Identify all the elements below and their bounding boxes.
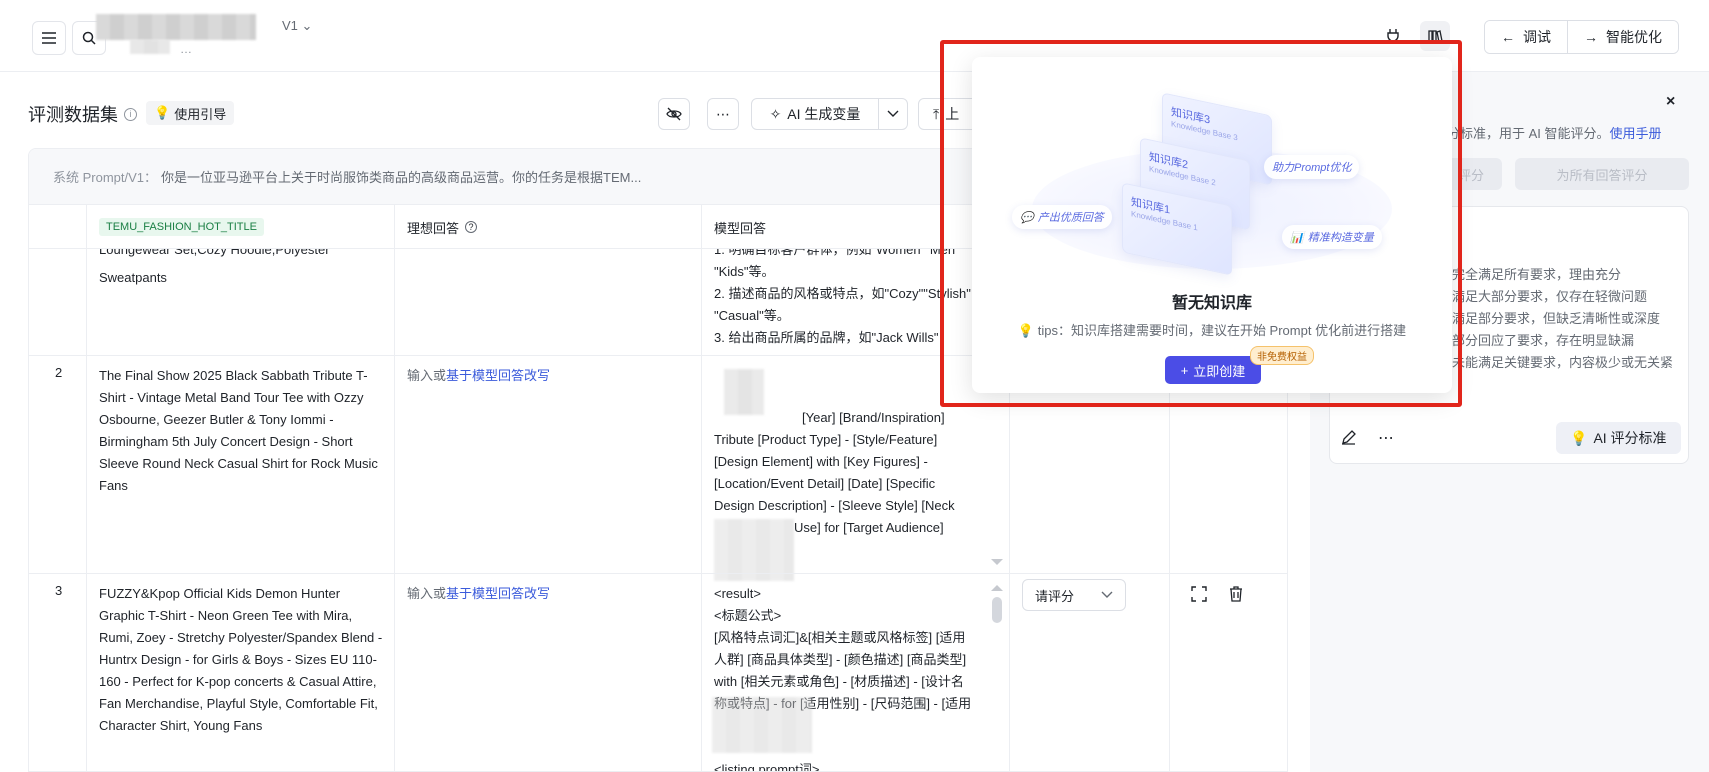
expand-icon <box>1191 586 1207 602</box>
col-divider <box>701 205 702 771</box>
close-panel-button[interactable]: × <box>1666 93 1675 111</box>
highlight-frame <box>940 40 1462 407</box>
menu-button[interactable] <box>32 21 66 55</box>
help-icon[interactable]: ? <box>465 221 478 233</box>
ai-generate-label: AI 生成变量 <box>787 106 861 122</box>
row-number: 3 <box>55 583 63 598</box>
hide-button[interactable] <box>658 98 690 130</box>
col-divider <box>394 205 395 771</box>
score-all-button[interactable]: 为所有回答评分 <box>1515 158 1689 190</box>
ai-standard-label: AI 评分标准 <box>1593 430 1667 446</box>
chevron-down-icon <box>1101 591 1113 598</box>
ideal-prefix: 输入或 <box>407 586 447 601</box>
row2-ideal-answer[interactable]: 输入或基于模型回答改写 <box>407 583 550 605</box>
criterion-5: 完全满足所有要求，理由充分 <box>1452 267 1622 282</box>
more-button[interactable]: ⋯ <box>707 98 739 130</box>
ai-generate-variable-button[interactable]: ✧ AI 生成变量 <box>751 98 879 130</box>
pencil-icon <box>1342 430 1356 445</box>
upload-icon: ⤒ <box>933 105 940 122</box>
answer-line: <result> <box>714 586 761 601</box>
criterion-2: 部分回应了要求，存在明显缺漏 <box>1452 333 1635 348</box>
page-subtitle: … <box>180 42 192 56</box>
answer-line: [Year] [Brand/Inspiration] <box>802 410 945 425</box>
more-icon: ⋯ <box>716 105 730 122</box>
search-icon <box>82 31 96 45</box>
header-variable: TEMU_FASHION_HOT_TITLE <box>99 205 264 249</box>
system-prompt-label: 系统 Prompt/V1： <box>53 170 158 185</box>
row0-title-2: Sweatpants <box>99 270 167 285</box>
header-ideal-answer: 理想回答 ? <box>407 205 478 249</box>
redacted-title <box>96 14 256 40</box>
delete-button[interactable] <box>1229 586 1243 605</box>
info-icon[interactable]: i <box>124 107 137 121</box>
bulb-outline-icon: 💡 <box>1570 429 1588 446</box>
debug-button[interactable]: ← 调试 <box>1485 21 1567 53</box>
edit-criteria-button[interactable] <box>1341 430 1356 448</box>
variable-tag: TEMU_FASHION_HOT_TITLE <box>99 218 264 236</box>
version-select[interactable]: V1 ⌄ <box>282 18 312 34</box>
panel-description: 分标准，用于 AI 智能评分。使用手册 <box>1447 123 1662 142</box>
row2-title: FUZZY&Kpop Official Kids Demon Hunter Gr… <box>99 586 383 733</box>
sparkle-icon: ✧ <box>769 105 782 122</box>
criterion-3: 满足部分要求，但缺乏清晰性或深度 <box>1452 311 1661 326</box>
redacted-subtitle <box>130 40 170 54</box>
answer-line: with [相关元素或角色] - [材质描述] - [设计名 <box>714 674 964 689</box>
hamburger-icon <box>42 32 56 44</box>
ideal-answer-header-text: 理想回答 <box>407 220 460 236</box>
model-answer-header-text: 模型回答 <box>714 220 767 236</box>
ai-generate-dropdown[interactable] <box>878 98 908 130</box>
header-model-answer: 模型回答 <box>714 205 766 249</box>
arrow-right-icon: → <box>1584 29 1598 45</box>
debug-label: 调试 <box>1523 29 1551 45</box>
dataset-title: 评测数据集 i <box>28 101 137 127</box>
row-number: 2 <box>55 365 63 380</box>
header-action-group: ← 调试 → 智能优化 <box>1484 20 1679 54</box>
panel-desc-text: 分标准，用于 AI 智能评分。 <box>1447 126 1610 141</box>
manual-link[interactable]: 使用手册 <box>1610 126 1662 141</box>
score-select[interactable]: 请评分 <box>1022 579 1126 611</box>
optimize-button[interactable]: → 智能优化 <box>1567 21 1678 53</box>
app-root: V1 ⌄ … ← 调试 → 智能优化 评测数据集 i 💡 使用引导 ⋯ ✧ AI… <box>0 0 1709 772</box>
row1-ideal-answer[interactable]: 输入或基于模型回答改写 <box>407 365 550 387</box>
criteria-more-button[interactable]: ⋯ <box>1378 428 1394 448</box>
guide-button[interactable]: 💡 使用引导 <box>146 101 235 125</box>
ai-standard-button[interactable]: 💡 AI 评分标准 <box>1556 422 1681 454</box>
redacted-answer <box>712 697 812 753</box>
answer-line: [Design Element] with [Key Figures] - <box>714 454 928 469</box>
optimize-label: 智能优化 <box>1606 29 1662 45</box>
answer-line: <标题公式> <box>714 608 782 623</box>
row1-title: The Final Show 2025 Black Sabbath Tribut… <box>99 368 378 493</box>
bulb-icon: 💡 <box>154 105 171 120</box>
rewrite-link[interactable]: 基于模型回答改写 <box>446 368 550 383</box>
ideal-prefix: 输入或 <box>407 368 447 383</box>
scroll-down-arrow[interactable] <box>991 559 1003 565</box>
row-divider <box>29 573 1287 574</box>
dataset-title-text: 评测数据集 <box>28 105 118 125</box>
answer-scrollbar[interactable] <box>992 597 1002 623</box>
answer-line: [风格特点词汇]&[相关主题或风格标签] [适用 <box>714 630 966 645</box>
answer-line: [Location/Event Detail] [Date] [Specific <box>714 476 936 491</box>
answer-line: Design Description] - [Sleeve Style] [Ne… <box>714 498 955 513</box>
guide-label: 使用引导 <box>174 106 227 122</box>
system-prompt-text: 你是一位亚马逊平台上关于时尚服饰类商品的高级商品运营。你的任务是根据TEM... <box>161 170 642 185</box>
answer-line: <listing prompt词> <box>714 762 820 772</box>
eye-off-icon <box>666 107 682 121</box>
redacted-answer <box>714 519 794 581</box>
col-divider <box>86 205 87 771</box>
criterion-4: 满足大部分要求，仅存在轻微问题 <box>1452 289 1648 304</box>
answer-line: Tribute [Product Type] - [Style/Feature] <box>714 432 938 447</box>
chevron-down-icon <box>887 110 899 117</box>
expand-button[interactable] <box>1191 586 1207 605</box>
arrow-left-icon: ← <box>1501 29 1515 45</box>
trash-icon <box>1230 586 1242 602</box>
scroll-up-arrow[interactable] <box>991 585 1003 591</box>
rewrite-link[interactable]: 基于模型回答改写 <box>446 586 550 601</box>
criterion-1: 未能满足关键要求，内容极少或无关紧 <box>1452 355 1674 370</box>
answer-line: 人群] [商品具体类型] - [颜色描述] [商品类型] <box>714 652 967 667</box>
score-select-value: 请评分 <box>1035 588 1075 604</box>
row0-title-line: Loungewear Set,Cozy Hoodie,Polyester <box>99 249 330 257</box>
